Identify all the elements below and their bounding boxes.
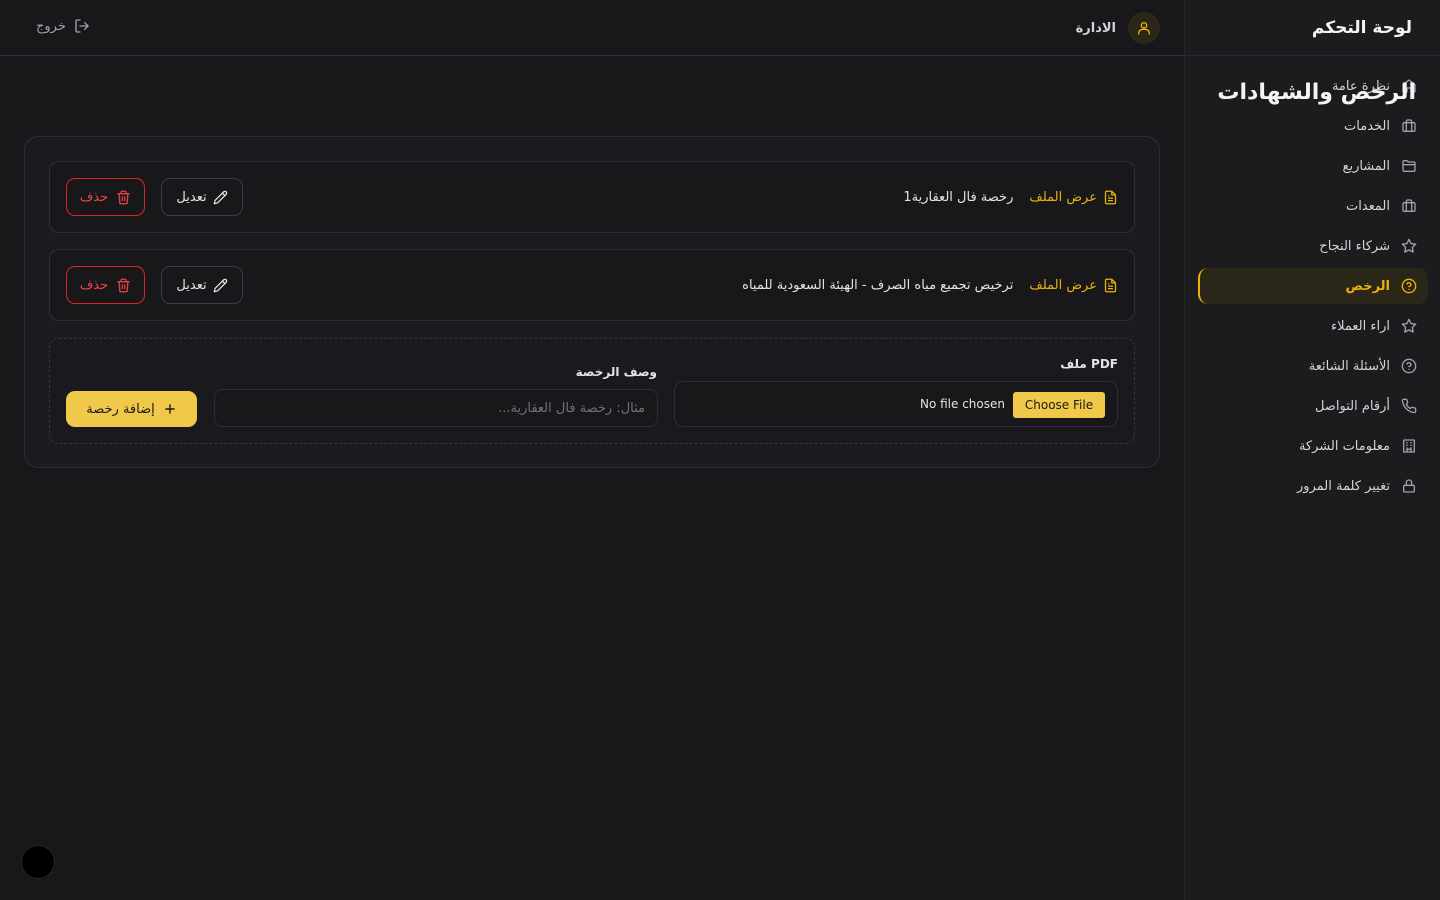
- star-icon: [1400, 237, 1418, 255]
- top-bar: خروج الادارة: [0, 0, 1184, 56]
- file-text-icon: [1103, 278, 1118, 293]
- sidebar: لوحة التحكم نظرة عامة الخدمات المشاريع ا…: [1184, 0, 1440, 900]
- logout-label: خروج: [36, 18, 66, 34]
- sidebar-item-change-password[interactable]: تغيير كلمة المرور: [1198, 468, 1428, 504]
- delete-label: حذف: [79, 277, 109, 293]
- license-description: ترخيص تجميع مياه الصرف - الهيئة السعودية…: [742, 277, 1014, 293]
- sidebar-item-projects[interactable]: المشاريع: [1198, 148, 1428, 184]
- sidebar-item-testimonials[interactable]: اراء العملاء: [1198, 308, 1428, 344]
- phone-icon: [1400, 397, 1418, 415]
- user-name: الادارة: [1075, 20, 1116, 36]
- pencil-icon: [213, 278, 228, 293]
- briefcase-icon: [1400, 197, 1418, 215]
- file-input[interactable]: Choose File No file chosen: [674, 381, 1118, 427]
- sidebar-item-label: اراء العملاء: [1331, 318, 1390, 334]
- building-icon: [1400, 437, 1418, 455]
- briefcase-icon: [1400, 117, 1418, 135]
- trash-icon: [116, 190, 131, 205]
- lock-icon: [1400, 477, 1418, 495]
- plus-icon: [163, 402, 177, 416]
- user-icon: [1128, 12, 1160, 44]
- view-file-label: عرض الملف: [1029, 189, 1097, 205]
- no-file-text: No file chosen: [919, 397, 1005, 411]
- add-license-form: ملف PDF Choose File No file chosen وصف ا…: [49, 338, 1135, 444]
- help-circle-icon: [1400, 357, 1418, 375]
- sidebar-item-label: الأسئلة الشائعة: [1308, 358, 1390, 374]
- sidebar-nav: نظرة عامة الخدمات المشاريع المعدات شركاء…: [1185, 56, 1440, 494]
- add-license-button[interactable]: إضافة رخصة: [66, 391, 197, 427]
- sidebar-header: لوحة التحكم: [1185, 0, 1440, 56]
- sidebar-item-label: المشاريع: [1342, 158, 1390, 174]
- sidebar-item-company-info[interactable]: معلومات الشركة: [1198, 428, 1428, 464]
- license-description: رخصة فال العقارية1: [903, 189, 1014, 205]
- sidebar-item-services[interactable]: الخدمات: [1198, 108, 1428, 144]
- sidebar-item-label: المعدات: [1345, 198, 1390, 214]
- view-file-link[interactable]: عرض الملف: [1029, 278, 1118, 293]
- file-field-label: ملف PDF: [1060, 357, 1118, 371]
- folder-icon: [1400, 157, 1418, 175]
- sidebar-item-label: شركاء النجاح: [1319, 238, 1390, 254]
- delete-button[interactable]: حذف: [66, 266, 145, 304]
- sidebar-item-label: تغيير كلمة المرور: [1297, 478, 1390, 494]
- delete-button[interactable]: حذف: [66, 178, 145, 216]
- sidebar-item-label: الخدمات: [1344, 118, 1390, 134]
- add-license-label: إضافة رخصة: [86, 401, 155, 417]
- sidebar-item-label: معلومات الشركة: [1298, 438, 1390, 454]
- choose-file-button[interactable]: Choose File: [1013, 392, 1105, 418]
- view-file-link[interactable]: عرض الملف: [1029, 190, 1118, 205]
- edit-button[interactable]: تعديل: [161, 178, 243, 216]
- description-field-label: وصف الرخصة: [575, 365, 657, 379]
- sidebar-item-equipment[interactable]: المعدات: [1198, 188, 1428, 224]
- licenses-panel: عرض الملف رخصة فال العقارية1 تعديل حذف ع…: [24, 136, 1160, 468]
- sidebar-item-faq[interactable]: الأسئلة الشائعة: [1198, 348, 1428, 384]
- logout-button[interactable]: خروج: [36, 18, 90, 34]
- user-menu[interactable]: الادارة: [1076, 12, 1160, 44]
- sidebar-item-label: الرخص: [1345, 278, 1390, 294]
- star-icon: [1400, 317, 1418, 335]
- license-row: عرض الملف رخصة فال العقارية1 تعديل حذف: [49, 161, 1135, 233]
- edit-button[interactable]: تعديل: [161, 266, 243, 304]
- trash-icon: [116, 278, 131, 293]
- sidebar-item-contact-numbers[interactable]: أرقام التواصل: [1198, 388, 1428, 424]
- floating-action-dot[interactable]: [21, 845, 55, 879]
- description-input[interactable]: [214, 389, 658, 427]
- edit-label: تعديل: [176, 189, 207, 205]
- license-info: عرض الملف رخصة فال العقارية1: [903, 162, 1118, 232]
- license-row: عرض الملف ترخيص تجميع مياه الصرف - الهيئ…: [49, 249, 1135, 321]
- sidebar-item-label: أرقام التواصل: [1315, 398, 1390, 414]
- view-file-label: عرض الملف: [1029, 277, 1097, 293]
- delete-label: حذف: [79, 189, 109, 205]
- license-info: عرض الملف ترخيص تجميع مياه الصرف - الهيئ…: [742, 250, 1118, 320]
- page-title: الرخص والشهادات: [1217, 80, 1416, 105]
- app-title: لوحة التحكم: [1311, 17, 1412, 38]
- edit-label: تعديل: [176, 277, 207, 293]
- logout-icon: [74, 18, 90, 34]
- pencil-icon: [213, 190, 228, 205]
- help-circle-icon: [1400, 277, 1418, 295]
- sidebar-item-licenses[interactable]: الرخص: [1198, 268, 1428, 304]
- sidebar-item-partners[interactable]: شركاء النجاح: [1198, 228, 1428, 264]
- file-text-icon: [1103, 190, 1118, 205]
